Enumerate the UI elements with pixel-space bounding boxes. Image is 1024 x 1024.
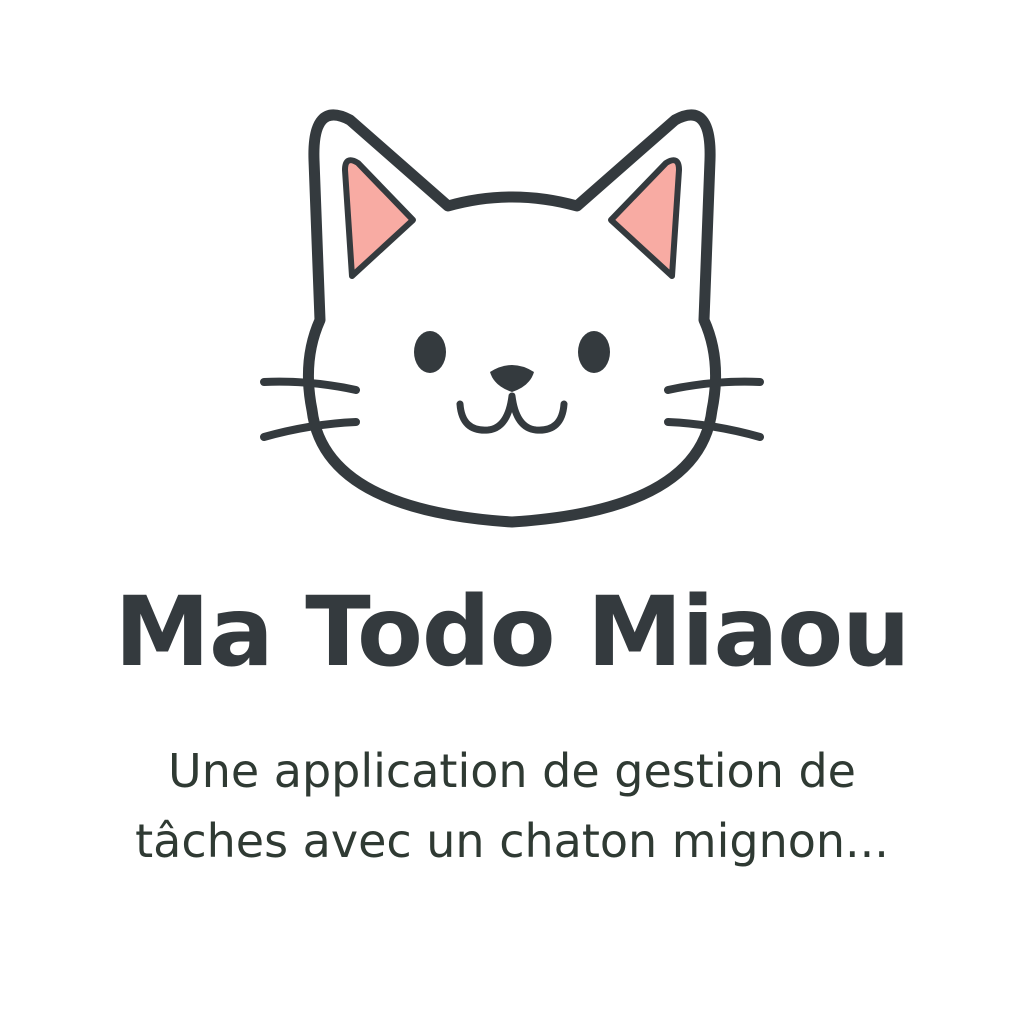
right-eye: [578, 331, 610, 373]
splash-screen: Ma Todo Miaou Une application de gestion…: [0, 0, 1024, 1024]
app-tagline: Une application de gestion de tâches ave…: [135, 744, 889, 868]
left-eye: [414, 331, 446, 373]
app-title: Ma Todo Miaou: [114, 576, 910, 688]
cat-face-icon: [260, 109, 764, 528]
